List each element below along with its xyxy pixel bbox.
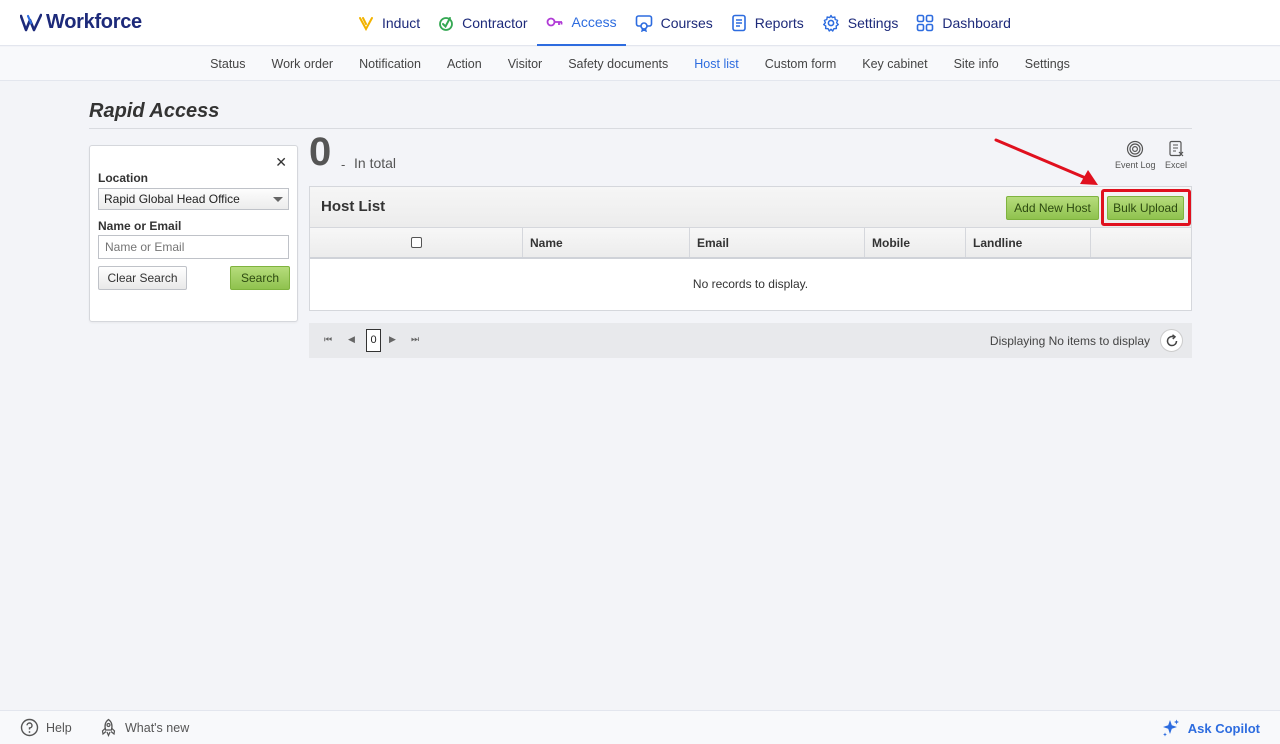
grid-title: Host List [321,198,386,215]
subnav-host-list[interactable]: Host list [681,57,751,71]
sparkle-icon [1162,719,1179,737]
close-icon[interactable]: ✕ [275,154,287,171]
subnav-status[interactable]: Status [197,57,258,71]
nav-dashboard[interactable]: Dashboard [907,0,1020,46]
ask-copilot-button[interactable]: Ask Copilot [1161,718,1260,738]
ask-copilot-label: Ask Copilot [1187,720,1260,736]
excel-button[interactable]: Excel [1165,140,1187,170]
pager: ⏮ ◀ 0 ▶ ⏭ Displaying No items to display [309,323,1192,358]
footer: Help What's new Ask Copilot [0,710,1280,744]
first-page-icon[interactable]: ⏮ [324,334,332,345]
subnav-key-cabinet[interactable]: Key cabinet [849,57,940,71]
main-nav: Induct Contractor Access Courses Reports… [349,0,1020,46]
total-label: In total [354,155,397,171]
empty-message: No records to display. [692,277,809,291]
title-divider [89,128,1192,129]
nav-contractor-label: Contractor [462,15,528,31]
subnav-safety-documents[interactable]: Safety documents [555,57,681,71]
excel-label: Excel [1165,160,1188,170]
dashboard-grid-icon [917,14,934,32]
induct-v-icon [359,17,373,31]
chevron-down-icon [273,197,283,202]
name-email-label: Name or Email [98,219,182,233]
column-name[interactable]: Name [523,228,690,257]
reports-icon [731,14,746,32]
refresh-icon [1166,333,1177,346]
excel-icon [1169,140,1184,157]
clear-search-button[interactable]: Clear Search [98,266,187,290]
subnav-notification[interactable]: Notification [346,57,434,71]
total-count: 0 [309,130,332,174]
count-separator: - [341,157,346,172]
subnav-work-order[interactable]: Work order [259,57,347,71]
nav-courses-label: Courses [660,15,713,31]
refresh-button[interactable] [1160,329,1183,352]
help-label: Help [46,720,72,735]
subnav-site-info[interactable]: Site info [941,57,1012,71]
event-log-label: Event Log [1115,160,1156,170]
sub-nav: Status Work order Notification Action Vi… [0,47,1280,81]
gear-icon [822,14,839,32]
grid-header: Host List Add New Host Bulk Upload [310,187,1191,228]
nav-induct[interactable]: Induct [349,0,429,46]
subnav-settings[interactable]: Settings [1012,57,1083,71]
add-new-host-button[interactable]: Add New Host [1006,196,1099,220]
last-page-icon[interactable]: ⏭ [411,334,419,345]
nav-contractor[interactable]: Contractor [429,0,536,46]
courses-icon [635,15,652,32]
whats-new-label: What's new [125,720,190,735]
app-name: Workforce [46,11,142,33]
column-mobile[interactable]: Mobile [865,228,966,257]
nav-reports[interactable]: Reports [722,0,813,46]
annotation-arrow-icon [994,138,1098,185]
subnav-visitor[interactable]: Visitor [495,57,556,71]
nav-settings-label: Settings [847,15,899,31]
nav-courses[interactable]: Courses [626,0,722,46]
location-label: Location [98,171,148,185]
search-panel: ✕ Location Rapid Global Head Office Name… [89,145,298,322]
prev-page-icon[interactable]: ◀ [348,334,355,345]
workforce-logo[interactable]: Workforce [20,11,142,34]
column-email[interactable]: Email [690,228,865,257]
subnav-action[interactable]: Action [434,57,495,71]
event-log-icon [1127,140,1144,158]
event-log-button[interactable]: Event Log [1115,140,1156,170]
location-select-value: Rapid Global Head Office [104,192,240,206]
column-actions [1091,228,1191,257]
pager-info: Displaying No items to display [989,334,1150,348]
rocket-icon [101,718,116,737]
whats-new-link[interactable]: What's new [99,718,189,737]
nav-induct-label: Induct [382,15,421,31]
select-all-column [310,228,523,257]
subnav-custom-form[interactable]: Custom form [752,57,850,71]
host-list-grid: Host List Add New Host Bulk Upload Name … [309,186,1192,311]
access-key-icon [546,17,562,27]
nav-dashboard-label: Dashboard [942,15,1011,31]
select-all-checkbox[interactable] [410,237,422,248]
nav-reports-label: Reports [754,15,804,31]
name-email-input[interactable] [98,235,289,259]
location-select[interactable]: Rapid Global Head Office [98,188,289,210]
search-button[interactable]: Search [230,266,290,290]
column-landline[interactable]: Landline [966,228,1091,257]
workforce-logo-icon [20,13,42,31]
nav-access[interactable]: Access [536,0,626,46]
help-icon [20,718,39,737]
next-page-icon[interactable]: ▶ [389,334,396,345]
nav-settings[interactable]: Settings [813,0,908,46]
help-link[interactable]: Help [20,718,72,737]
contractor-check-icon [439,17,454,31]
bulk-upload-highlight [1101,189,1191,226]
page-title: Rapid Access [89,100,220,122]
top-bar: Workforce Induct Contractor Access Cours… [0,0,1280,46]
nav-access-label: Access [571,14,617,30]
column-header-row: Name Email Mobile Landline [310,228,1191,259]
current-page[interactable]: 0 [366,329,381,352]
